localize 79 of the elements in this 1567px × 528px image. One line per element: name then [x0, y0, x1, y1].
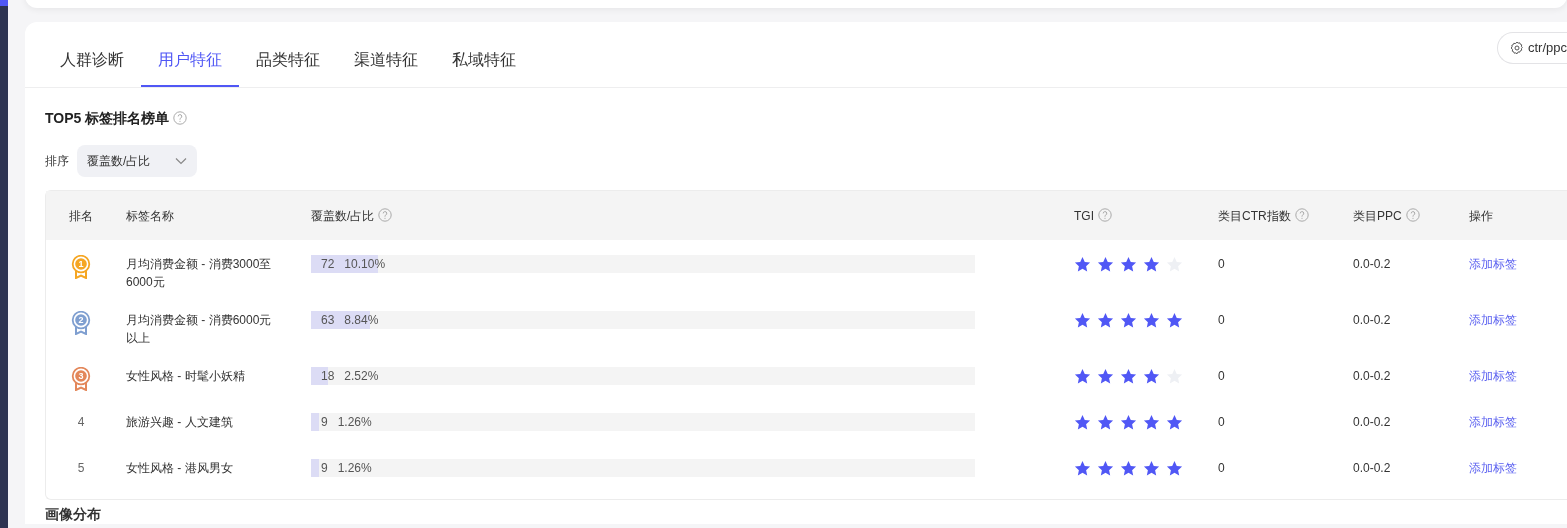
- column-header: 排名: [69, 208, 93, 223]
- star-icon: [1074, 256, 1091, 273]
- column-header: TGI: [1074, 208, 1094, 223]
- help-icon[interactable]: [1098, 207, 1112, 222]
- tag-name: 月均消费金额 - 消费6000元以上: [125, 312, 273, 347]
- ctr-index: 0: [1218, 369, 1225, 383]
- coverage-count: 72: [321, 257, 335, 271]
- chevron-down-icon: [175, 157, 187, 165]
- tag-name: 旅游兴趣 - 人文建筑: [125, 414, 234, 431]
- tag-name: 女性风格 - 时髦小妖精: [125, 368, 246, 385]
- column-header: 操作: [1469, 208, 1493, 223]
- star-icon: [1120, 312, 1137, 329]
- add-tag-link[interactable]: 添加标签: [1469, 369, 1517, 383]
- star-icon: [1120, 256, 1137, 273]
- tab[interactable]: 私域特征: [435, 22, 533, 87]
- help-icon[interactable]: [173, 111, 188, 125]
- coverage-percent: 1.26%: [337, 415, 372, 429]
- rank-number: 5: [77, 460, 85, 477]
- rank-number: 4: [77, 414, 85, 431]
- settings-icon: [1510, 41, 1524, 55]
- ctr-index: 0: [1218, 313, 1225, 327]
- star-icon: [1074, 368, 1091, 385]
- tab[interactable]: 品类特征: [239, 22, 337, 87]
- coverage-percent: 2.52%: [344, 369, 379, 383]
- tag-name: 女性风格 - 港风男女: [125, 460, 234, 477]
- add-tag-link[interactable]: 添加标签: [1469, 257, 1517, 271]
- ctr-index: 0: [1218, 461, 1225, 475]
- add-tag-link[interactable]: 添加标签: [1469, 313, 1517, 327]
- ctr-index: 0: [1218, 257, 1225, 271]
- settings-button[interactable]: ctr/ppc: [1497, 32, 1567, 64]
- star-icon: [1166, 414, 1183, 431]
- coverage-count: 18: [321, 369, 335, 383]
- ppc-range: 0.0-0.2: [1353, 257, 1391, 271]
- coverage-percent: 1.26%: [337, 461, 372, 475]
- star-icon: [1097, 414, 1114, 431]
- section-title: 画像分布: [45, 506, 101, 522]
- help-icon[interactable]: [378, 207, 393, 222]
- coverage-count: 9: [321, 461, 328, 475]
- star-icon: [1074, 460, 1091, 477]
- coverage-count: 63: [321, 313, 335, 327]
- star-icon: [1097, 460, 1114, 477]
- column-header: 标签名称: [126, 208, 174, 223]
- star-icon: [1097, 368, 1114, 385]
- add-tag-link[interactable]: 添加标签: [1469, 415, 1517, 429]
- star-icon: [1120, 368, 1137, 385]
- coverage-count: 9: [321, 415, 328, 429]
- help-icon[interactable]: [1405, 207, 1420, 222]
- star-icon: [1097, 256, 1114, 273]
- coverage-percent: 10.10%: [344, 257, 386, 271]
- column-header: 覆盖数/占比: [311, 208, 375, 223]
- column-header: 类目PPC: [1353, 208, 1402, 223]
- ppc-range: 0.0-0.2: [1353, 369, 1391, 383]
- star-icon: [1143, 368, 1160, 385]
- tab[interactable]: 用户特征: [141, 22, 239, 87]
- star-icon: [1166, 460, 1183, 477]
- section-title: TOP5 标签排名榜单: [45, 110, 170, 126]
- add-tag-link[interactable]: 添加标签: [1469, 461, 1517, 475]
- ppc-range: 0.0-0.2: [1353, 461, 1391, 475]
- star-icon: [1097, 312, 1114, 329]
- star-icon: [1120, 460, 1137, 477]
- star-icon: [1166, 312, 1183, 329]
- tab[interactable]: 渠道特征: [337, 22, 435, 87]
- ctr-index: 0: [1218, 415, 1225, 429]
- tag-name: 月均消费金额 - 消费3000至6000元: [125, 256, 273, 291]
- sort-label: 排序: [45, 153, 69, 170]
- star-icon: [1143, 312, 1160, 329]
- star-icon: [1074, 414, 1091, 431]
- help-icon[interactable]: [1294, 207, 1309, 222]
- star-icon: [1074, 312, 1091, 329]
- star-icon: [1143, 256, 1160, 273]
- star-icon: [1143, 414, 1160, 431]
- column-header: 类目CTR指数: [1218, 208, 1291, 223]
- ppc-range: 0.0-0.2: [1353, 313, 1391, 327]
- coverage-percent: 8.84%: [344, 313, 379, 327]
- sort-dropdown[interactable]: 覆盖数/占比: [77, 145, 197, 177]
- star-icon: [1120, 414, 1137, 431]
- star-icon: [1143, 460, 1160, 477]
- tab[interactable]: 人群诊断: [43, 22, 141, 87]
- ppc-range: 0.0-0.2: [1353, 415, 1391, 429]
